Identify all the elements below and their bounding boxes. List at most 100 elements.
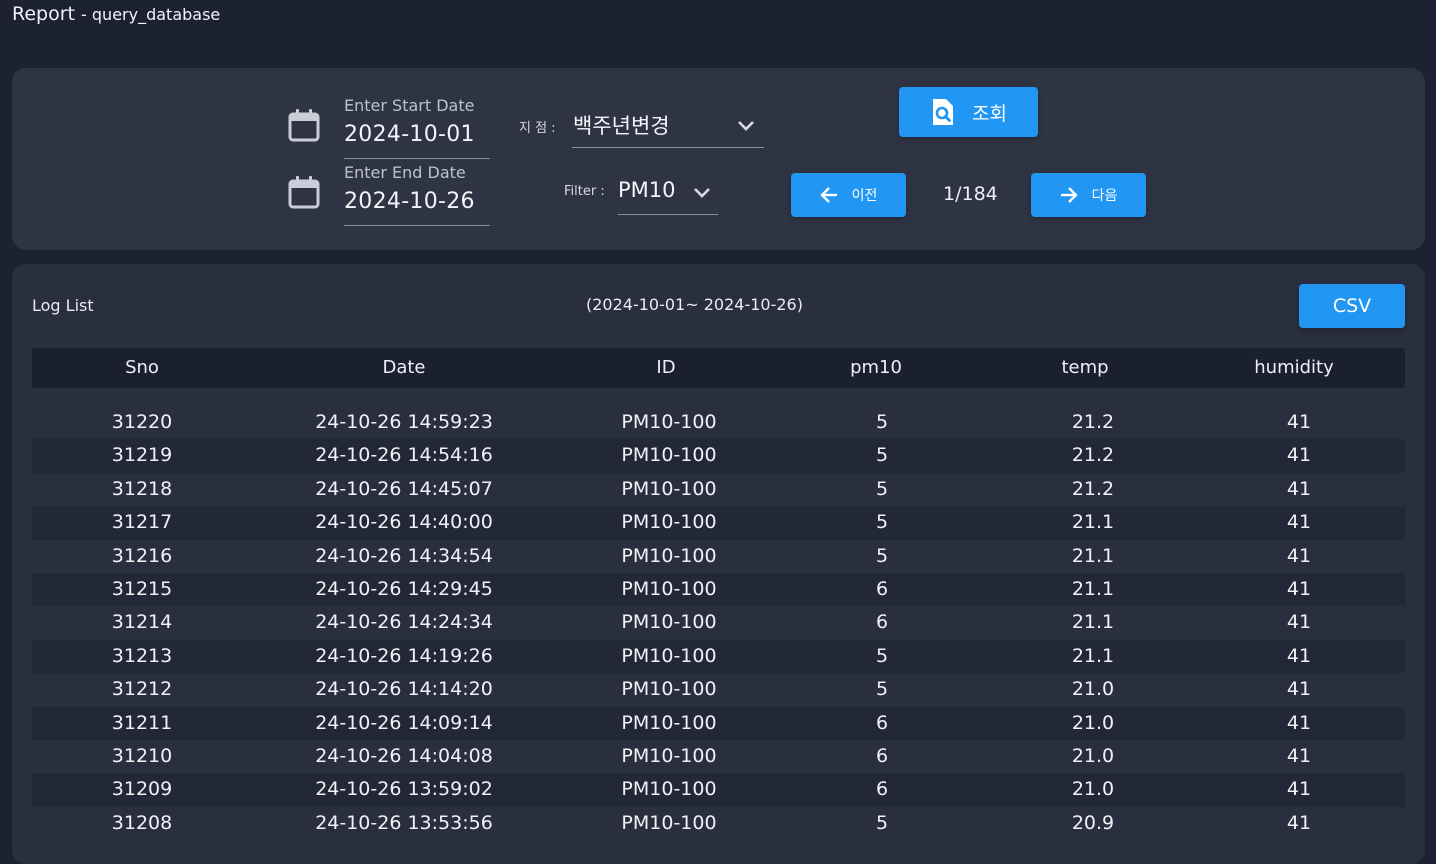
cell-humidity: 41	[1286, 644, 1312, 667]
cell-id: PM10-100	[621, 511, 717, 534]
cell-id: PM10-100	[621, 744, 717, 767]
cell-pm10: 5	[875, 678, 889, 701]
cell-sno: 31219	[111, 444, 173, 467]
cell-date: 24-10-26 14:29:45	[315, 577, 493, 600]
log-list-title: Log List	[32, 296, 94, 315]
next-button[interactable]: 다음	[1031, 173, 1146, 217]
cell-date: 24-10-26 14:40:00	[315, 511, 493, 534]
csv-button[interactable]: CSV	[1299, 284, 1405, 328]
table-body: 31220 24-10-26 14:59:23 PM10-100 5 21.2 41 312…	[32, 406, 1405, 840]
cell-humidity: 41	[1286, 477, 1312, 500]
cell-sno: 31212	[111, 678, 173, 701]
cell-date: 24-10-26 14:45:07	[315, 477, 493, 500]
prev-button-label: 이전	[851, 188, 878, 204]
arrow-right-icon	[1060, 187, 1078, 203]
filter-label: Filter :	[564, 184, 605, 199]
page-title: Report - query_database	[12, 3, 220, 25]
cell-temp: 21.1	[1071, 511, 1115, 534]
cell-pm10: 5	[875, 644, 889, 667]
cell-temp: 20.9	[1071, 811, 1115, 834]
table-row[interactable]: 31210 24-10-26 14:04:08 PM10-100 6 21.0 41	[32, 740, 1405, 773]
cell-id: PM10-100	[621, 678, 717, 701]
cell-temp: 21.2	[1071, 477, 1115, 500]
prev-button[interactable]: 이전	[791, 173, 906, 217]
cell-sno: 31211	[111, 711, 173, 734]
cell-humidity: 41	[1286, 544, 1312, 567]
cell-humidity: 41	[1286, 778, 1312, 801]
cell-date: 24-10-26 13:59:02	[315, 778, 493, 801]
cell-id: PM10-100	[621, 811, 717, 834]
table-header: Sno Date ID pm10 temp humidity	[32, 348, 1405, 388]
cell-temp: 21.1	[1071, 577, 1115, 600]
end-date-input[interactable]: 2024-10-26	[344, 189, 475, 214]
start-date-label: Enter Start Date	[344, 96, 475, 115]
branch-select[interactable]: 백주년변경	[573, 110, 670, 140]
arrow-left-icon	[819, 187, 837, 203]
cell-pm10: 5	[875, 477, 889, 500]
cell-date: 24-10-26 14:14:20	[315, 678, 493, 701]
calendar-icon[interactable]	[288, 108, 320, 142]
log-list-panel: Log List (2024-10-01~ 2024-10-26) CSV Sn…	[12, 264, 1425, 864]
search-button[interactable]: 조회	[899, 87, 1038, 137]
cell-pm10: 6	[875, 778, 889, 801]
table-row[interactable]: 31211 24-10-26 14:09:14 PM10-100 6 21.0 41	[32, 706, 1405, 740]
cell-date: 24-10-26 14:19:26	[315, 644, 493, 667]
cell-humidity: 41	[1286, 577, 1312, 600]
end-date-underline	[344, 225, 490, 226]
page-title-sub: - query_database	[81, 5, 221, 24]
cell-temp: 21.2	[1071, 411, 1115, 433]
column-header-pm10[interactable]: pm10	[776, 348, 976, 388]
cell-pm10: 6	[875, 577, 889, 600]
table-row[interactable]: 31212 24-10-26 14:14:20 PM10-100 5 21.0 41	[32, 673, 1405, 706]
table-row[interactable]: 31208 24-10-26 13:53:56 PM10-100 5 20.9 41	[32, 807, 1405, 840]
date-range-label: (2024-10-01~ 2024-10-26)	[586, 295, 803, 314]
cell-id: PM10-100	[621, 711, 717, 734]
table-row[interactable]: 31215 24-10-26 14:29:45 PM10-100 6 21.1 41	[32, 572, 1405, 607]
table-row[interactable]: 31217 24-10-26 14:40:00 PM10-100 5 21.1 41	[32, 506, 1405, 540]
cell-temp: 21.1	[1071, 611, 1115, 634]
cell-pm10: 5	[875, 444, 889, 467]
table-row[interactable]: 31218 24-10-26 14:45:07 PM10-100 5 21.2 41	[32, 473, 1405, 506]
table-row[interactable]: 31219 24-10-26 14:54:16 PM10-100 5 21.2 41	[32, 439, 1405, 473]
cell-sno: 31210	[111, 744, 173, 767]
cell-id: PM10-100	[621, 544, 717, 567]
cell-humidity: 41	[1286, 811, 1312, 834]
calendar-icon[interactable]	[288, 175, 320, 209]
cell-humidity: 41	[1286, 711, 1312, 734]
next-button-label: 다음	[1091, 188, 1118, 204]
cell-id: PM10-100	[621, 477, 717, 500]
column-header-humidity[interactable]: humidity	[1194, 348, 1394, 388]
cell-sno: 31218	[111, 477, 173, 500]
page-title-main: Report	[12, 3, 75, 25]
cell-temp: 21.2	[1071, 444, 1115, 467]
filter-select[interactable]: PM10	[618, 178, 676, 202]
table-row[interactable]: 31214 24-10-26 14:24:34 PM10-100 6 21.1 41	[32, 606, 1405, 639]
cell-sno: 31217	[111, 511, 173, 534]
branch-label: 지 점 :	[519, 121, 556, 136]
table-row[interactable]: 31216 24-10-26 14:34:54 PM10-100 5 21.1 41	[32, 540, 1405, 573]
cell-pm10: 5	[875, 811, 889, 834]
cell-date: 24-10-26 13:53:56	[315, 811, 493, 834]
column-header-temp[interactable]: temp	[976, 348, 1194, 388]
table-row[interactable]: 31220 24-10-26 14:59:23 PM10-100 5 21.2 41	[32, 406, 1405, 439]
chevron-down-icon[interactable]	[693, 187, 711, 199]
cell-pm10: 6	[875, 711, 889, 734]
table-row[interactable]: 31213 24-10-26 14:19:26 PM10-100 5 21.1 41	[32, 639, 1405, 674]
cell-temp: 21.0	[1071, 744, 1115, 767]
cell-date: 24-10-26 14:24:34	[315, 611, 493, 634]
search-button-label: 조회	[972, 102, 1007, 125]
column-header-date[interactable]: Date	[252, 348, 556, 388]
column-header-id[interactable]: ID	[556, 348, 776, 388]
chevron-down-icon[interactable]	[737, 120, 755, 132]
column-header-sno[interactable]: Sno	[32, 348, 252, 388]
cell-temp: 21.0	[1071, 778, 1115, 801]
cell-temp: 21.0	[1071, 678, 1115, 701]
cell-sno: 31208	[111, 811, 173, 834]
table-row[interactable]: 31209 24-10-26 13:59:02 PM10-100 6 21.0 41	[32, 773, 1405, 807]
cell-id: PM10-100	[621, 644, 717, 667]
cell-sno: 31220	[111, 411, 173, 433]
start-date-input[interactable]: 2024-10-01	[344, 122, 475, 147]
search-document-icon	[933, 99, 954, 125]
cell-temp: 21.1	[1071, 544, 1115, 567]
start-date-underline	[344, 158, 490, 159]
